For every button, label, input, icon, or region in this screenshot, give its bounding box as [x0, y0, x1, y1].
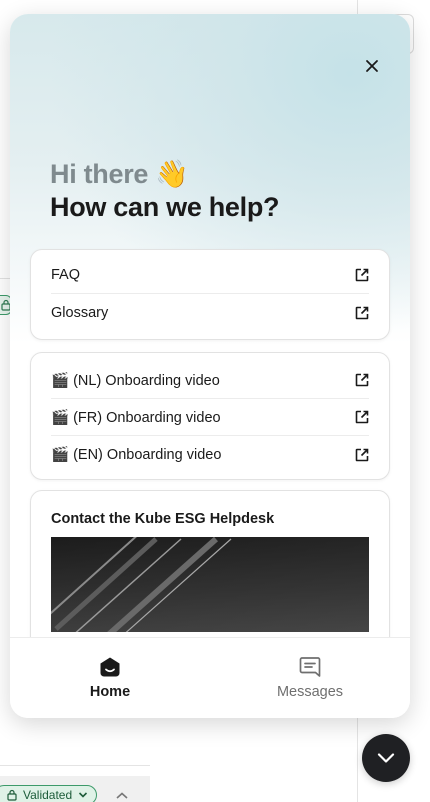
messenger-home-content[interactable]: Hi there 👋 How can we help? FAQ Glossary…	[10, 14, 410, 637]
faq-link[interactable]: FAQ	[51, 257, 369, 294]
chevron-down-icon	[377, 753, 395, 763]
messenger-tab-bar: Home Messages	[10, 637, 410, 718]
close-button[interactable]	[358, 52, 386, 80]
onboarding-video-nl-label: 🎬 (NL) Onboarding video	[51, 372, 220, 389]
messages-icon	[299, 657, 321, 677]
home-icon	[100, 657, 120, 677]
lock-icon	[7, 789, 17, 801]
onboarding-video-fr-label: 🎬 (FR) Onboarding video	[51, 409, 221, 426]
tab-home[interactable]: Home	[10, 638, 210, 718]
onboarding-videos-card: 🎬 (NL) Onboarding video 🎬 (FR) Onboardin…	[30, 352, 390, 480]
messenger-launcher-button[interactable]	[362, 734, 410, 782]
external-link-icon	[355, 448, 369, 461]
glossary-link-label: Glossary	[51, 304, 109, 321]
messenger-panel: Hi there 👋 How can we help? FAQ Glossary…	[10, 14, 410, 718]
onboarding-video-en-link[interactable]: 🎬 (EN) Onboarding video	[51, 436, 369, 473]
chevron-down-icon	[79, 792, 88, 798]
expand-toggle[interactable]	[115, 788, 129, 802]
contact-helpdesk-title: Contact the Kube ESG Helpdesk	[51, 511, 275, 527]
validated-status-chip[interactable]: Validated	[0, 785, 98, 802]
helpdesk-video-thumbnail[interactable]	[51, 537, 369, 632]
chevron-up-icon	[116, 792, 128, 799]
external-link-icon	[355, 373, 369, 387]
external-link-icon	[355, 306, 369, 319]
abstract-stripes-graphic	[51, 537, 369, 632]
contact-helpdesk-card[interactable]: Contact the Kube ESG Helpdesk	[30, 490, 390, 637]
close-icon	[366, 60, 378, 72]
external-link-icon	[355, 268, 369, 282]
tab-home-label: Home	[89, 684, 131, 700]
validated-chip-label: Validated	[23, 788, 73, 802]
greeting-text: Hi there 👋	[50, 159, 189, 189]
external-link-icon	[355, 410, 369, 424]
onboarding-video-fr-link[interactable]: 🎬 (FR) Onboarding video	[51, 399, 369, 436]
glossary-link[interactable]: Glossary	[51, 294, 369, 331]
resource-links-card: FAQ Glossary	[30, 249, 390, 340]
background-row-line	[0, 765, 150, 766]
faq-link-label: FAQ	[51, 267, 81, 283]
onboarding-video-nl-link[interactable]: 🎬 (NL) Onboarding video	[51, 362, 369, 399]
onboarding-video-en-label: 🎬 (EN) Onboarding video	[51, 447, 222, 463]
tab-messages[interactable]: Messages	[210, 638, 410, 718]
help-headline: How can we help?	[50, 192, 280, 222]
tab-messages-label: Messages	[276, 684, 344, 700]
